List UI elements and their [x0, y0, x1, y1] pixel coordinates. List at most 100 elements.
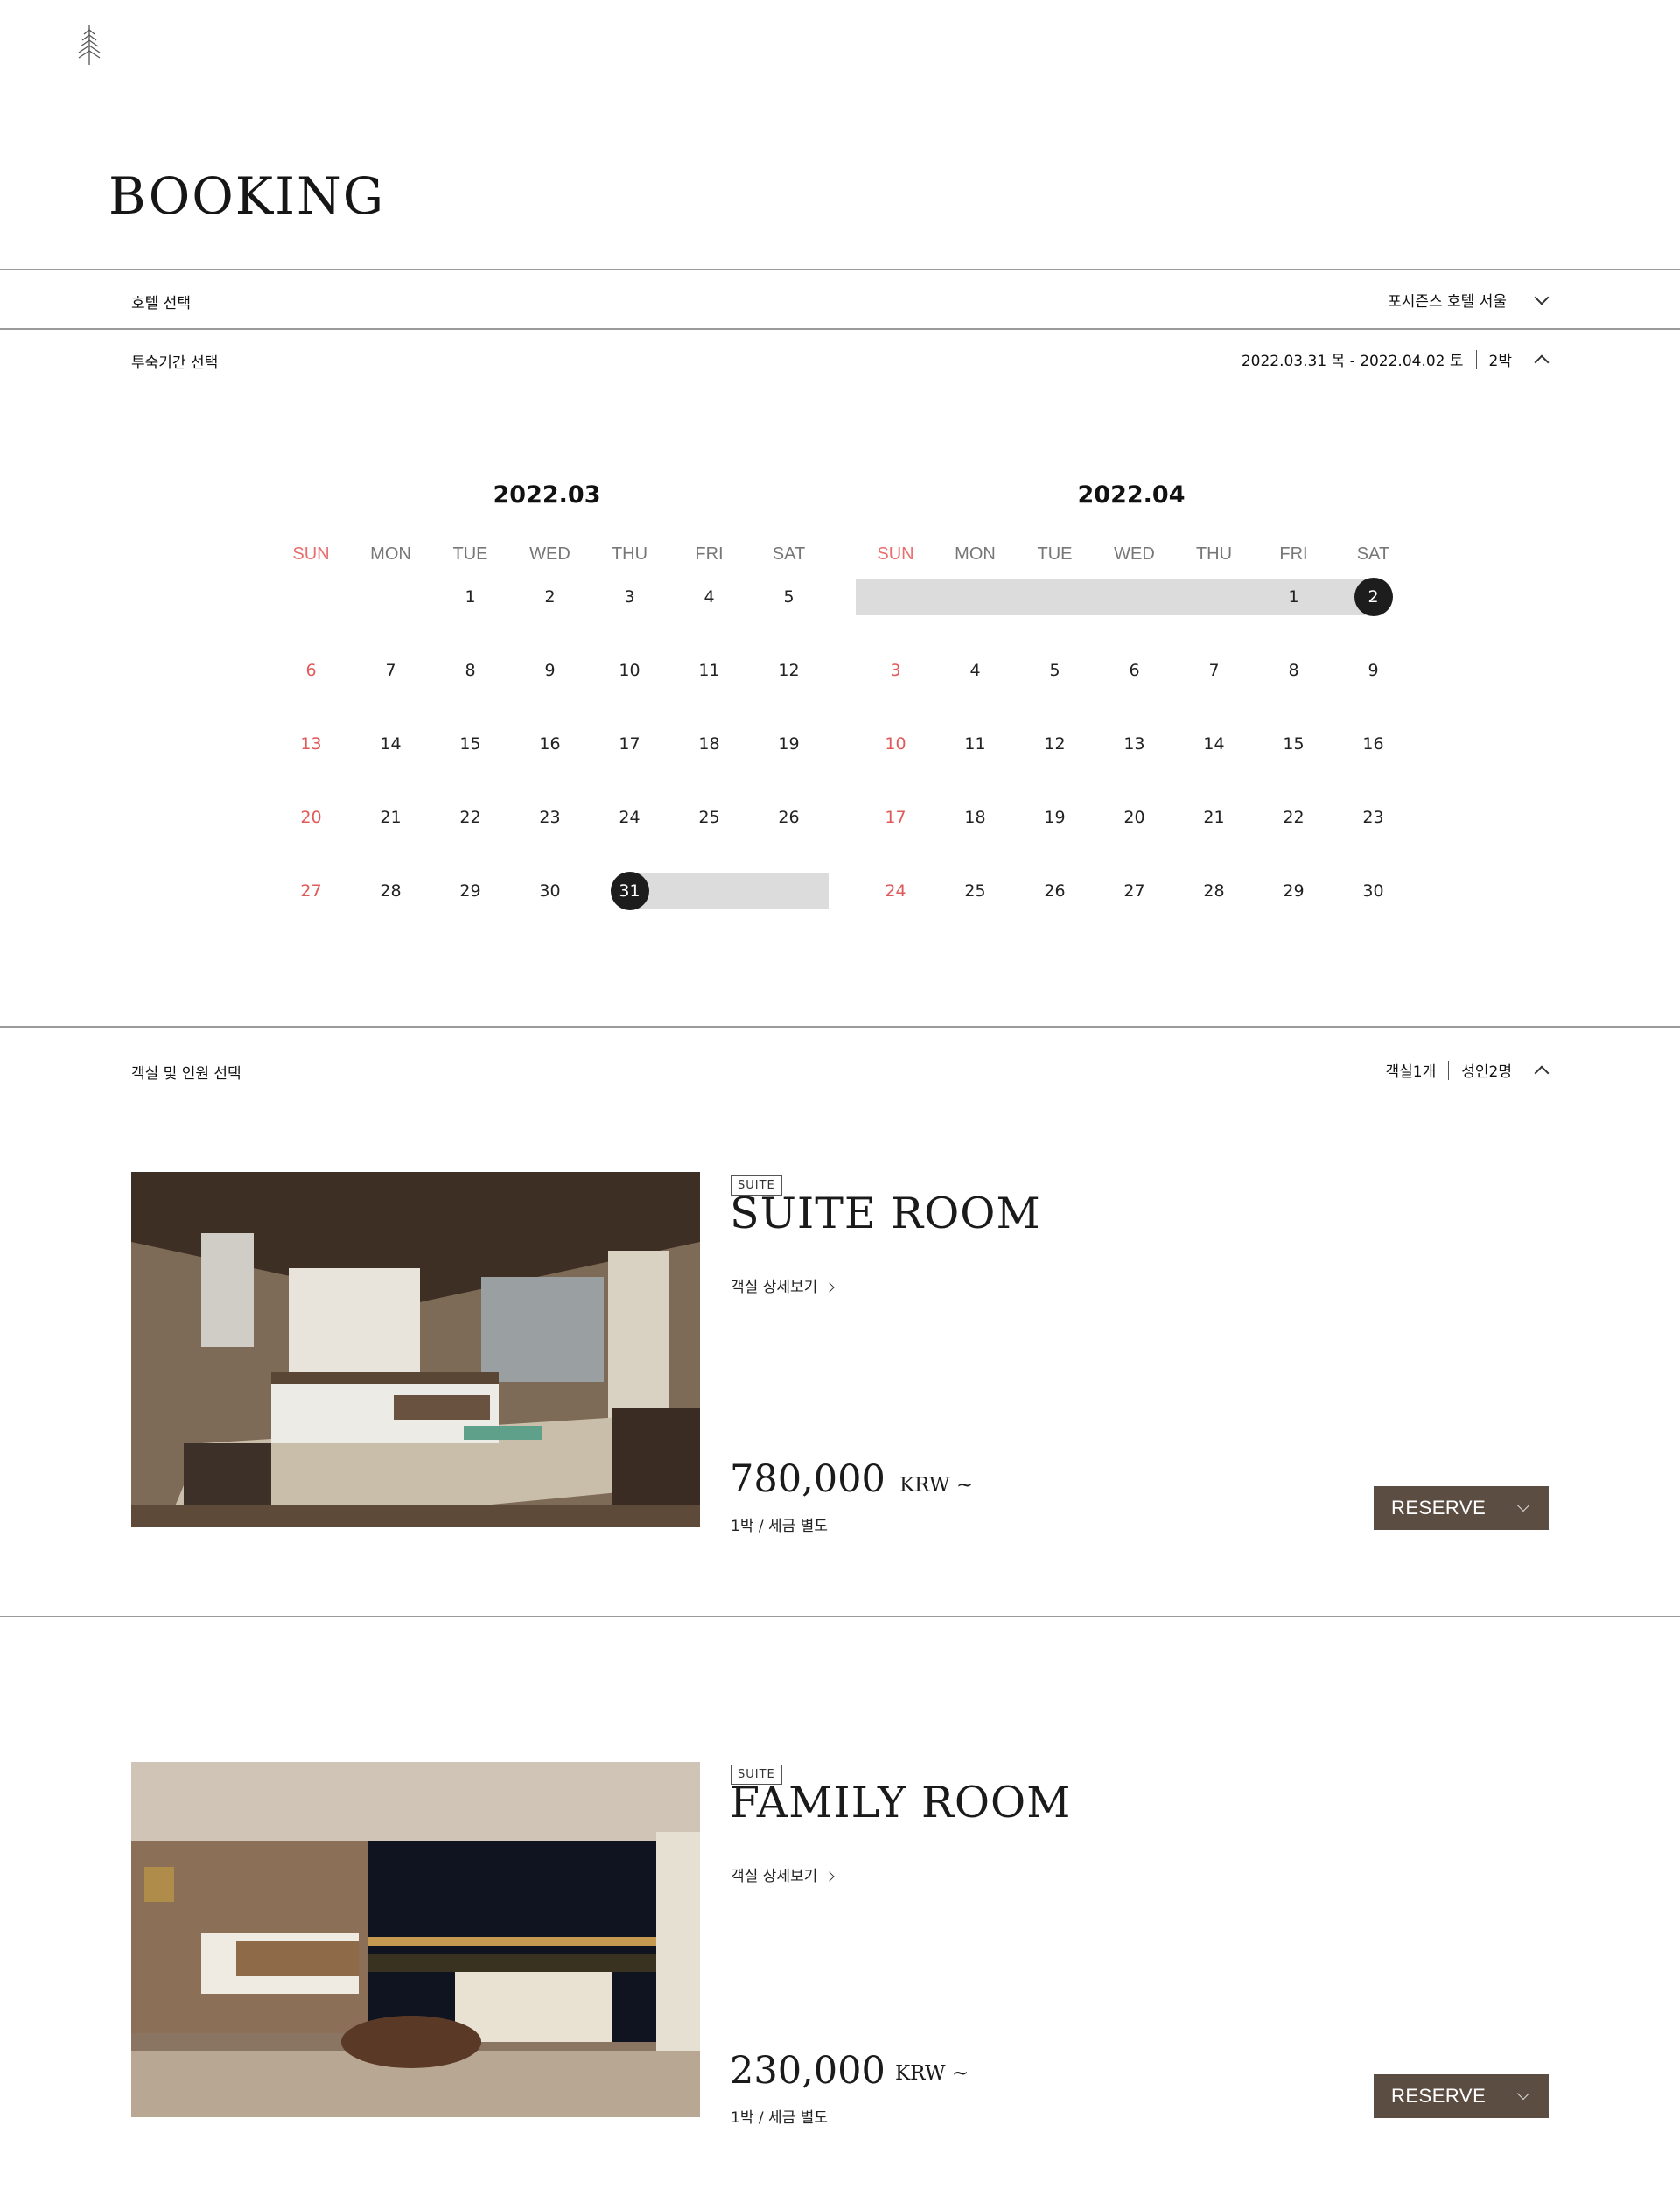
- chevron-right-icon: [823, 1871, 835, 1882]
- room-detail-link[interactable]: 객실 상세보기: [731, 1863, 835, 1885]
- calendar-empty-cell: [1174, 579, 1254, 615]
- calendar-day[interactable]: 9: [1334, 652, 1413, 689]
- reserve-button[interactable]: RESERVE: [1374, 1486, 1549, 1530]
- calendar-day[interactable]: 12: [749, 652, 829, 689]
- calendar-day[interactable]: 1: [1254, 579, 1334, 615]
- room-price-note: 1박 / 세금 별도: [731, 2109, 828, 2127]
- calendar-day[interactable]: 14: [351, 726, 430, 762]
- calendar-day[interactable]: 12: [1015, 726, 1095, 762]
- calendar-day[interactable]: 20: [271, 799, 351, 836]
- calendar-day[interactable]: 23: [1334, 799, 1413, 836]
- calendar-day[interactable]: 31: [590, 872, 669, 910]
- calendar-day[interactable]: 18: [935, 799, 1015, 836]
- calendar-day[interactable]: 28: [1174, 873, 1254, 909]
- calendar-day[interactable]: 6: [1095, 652, 1174, 689]
- calendar-day[interactable]: 13: [1095, 726, 1174, 762]
- calendar-day[interactable]: 26: [749, 799, 829, 836]
- calendar-day[interactable]: 19: [1015, 799, 1095, 836]
- room-price: 230,000: [730, 2049, 886, 2093]
- calendar-day[interactable]: 17: [590, 726, 669, 762]
- suite-room-photo: [131, 1172, 700, 1527]
- calendar-empty-cell: [669, 873, 749, 909]
- calendar-day[interactable]: 10: [856, 726, 935, 762]
- calendar-day[interactable]: 3: [590, 579, 669, 615]
- tree-logo-icon[interactable]: [72, 23, 107, 67]
- calendar-day[interactable]: 3: [856, 652, 935, 689]
- calendar-day[interactable]: 21: [351, 799, 430, 836]
- divider: [0, 1616, 1680, 1617]
- weekday-label: TUE: [1037, 544, 1073, 564]
- calendar-april: 2022.04 SUN MON TUE WED THU FRI SAT 1234567891…: [856, 481, 1407, 946]
- calendar-day[interactable]: 30: [1334, 873, 1413, 909]
- weekday-label: WED: [1114, 544, 1155, 564]
- calendar-day[interactable]: 17: [856, 799, 935, 836]
- calendar-day[interactable]: 27: [1095, 873, 1174, 909]
- calendar-day[interactable]: 2: [510, 579, 590, 615]
- calendar-day[interactable]: 25: [669, 799, 749, 836]
- calendar-day[interactable]: 2: [1334, 578, 1413, 616]
- calendar-day[interactable]: 22: [430, 799, 510, 836]
- calendar-day[interactable]: 10: [590, 652, 669, 689]
- calendar-empty-cell: [351, 579, 430, 615]
- calendar-day[interactable]: 29: [1254, 873, 1334, 909]
- calendar-day[interactable]: 11: [935, 726, 1015, 762]
- calendar-month-title: 2022.03: [493, 481, 601, 509]
- calendar-day[interactable]: 5: [1015, 652, 1095, 689]
- calendar-day[interactable]: 24: [856, 873, 935, 909]
- calendar-empty-cell: [1095, 579, 1174, 615]
- weekday-label: WED: [529, 544, 570, 564]
- calendar-day[interactable]: 8: [430, 652, 510, 689]
- calendar-day[interactable]: 23: [510, 799, 590, 836]
- calendar-empty-cell: [856, 579, 935, 615]
- calendar-day[interactable]: 26: [1015, 873, 1095, 909]
- weekday-label: THU: [1195, 544, 1233, 564]
- calendar-day[interactable]: 22: [1254, 799, 1334, 836]
- calendar-day[interactable]: 21: [1174, 799, 1254, 836]
- room-detail-link[interactable]: 객실 상세보기: [731, 1274, 835, 1296]
- calendar-day[interactable]: 1: [430, 579, 510, 615]
- calendar-day[interactable]: 9: [510, 652, 590, 689]
- stay-nights: 2박: [1488, 353, 1512, 370]
- calendar-day[interactable]: 16: [1334, 726, 1413, 762]
- stay-period-label: 투숙기간 선택: [131, 354, 219, 372]
- calendar-day[interactable]: 15: [1254, 726, 1334, 762]
- reserve-button[interactable]: RESERVE: [1374, 2074, 1549, 2118]
- calendar-day[interactable]: 6: [271, 652, 351, 689]
- calendar-day[interactable]: 20: [1095, 799, 1174, 836]
- reserve-label: RESERVE: [1391, 2085, 1487, 2107]
- calendar-day[interactable]: 5: [749, 579, 829, 615]
- calendar-day[interactable]: 16: [510, 726, 590, 762]
- room-currency: KRW ~: [900, 1474, 974, 1497]
- calendar-day[interactable]: 18: [669, 726, 749, 762]
- calendar-day[interactable]: 4: [935, 652, 1015, 689]
- divider: [0, 269, 1680, 270]
- calendar-day[interactable]: 8: [1254, 652, 1334, 689]
- stay-period-toggle[interactable]: 2022.03.31 목 - 2022.04.02 토 2박: [1242, 348, 1550, 370]
- calendar-empty-cell: [1015, 579, 1095, 615]
- calendar-day[interactable]: 7: [1174, 652, 1254, 689]
- chevron-down-icon: [1534, 290, 1550, 305]
- calendar-day[interactable]: 13: [271, 726, 351, 762]
- divider: [0, 328, 1680, 330]
- calendar-day[interactable]: 30: [510, 873, 590, 909]
- weekday-label: MON: [955, 544, 996, 564]
- room-guest-toggle[interactable]: 객실1개 성인2명: [1386, 1059, 1550, 1081]
- calendar-day[interactable]: 29: [430, 873, 510, 909]
- calendar-day[interactable]: 24: [590, 799, 669, 836]
- hotel-select-label: 호텔 선택: [131, 295, 191, 312]
- calendar-day[interactable]: 11: [669, 652, 749, 689]
- room-name: SUITE ROOM: [730, 1189, 1041, 1238]
- calendar-day[interactable]: 19: [749, 726, 829, 762]
- calendar-day[interactable]: 28: [351, 873, 430, 909]
- calendar-empty-cell: [935, 579, 1015, 615]
- hotel-select-dropdown[interactable]: 포시즌스 호텔 서울: [1388, 289, 1550, 311]
- chevron-up-icon: [1534, 1065, 1550, 1080]
- calendar-day[interactable]: 25: [935, 873, 1015, 909]
- calendar-day[interactable]: 7: [351, 652, 430, 689]
- calendar-day[interactable]: 14: [1174, 726, 1254, 762]
- calendar-day[interactable]: 15: [430, 726, 510, 762]
- calendar-day[interactable]: 27: [271, 873, 351, 909]
- weekday-label: THU: [611, 544, 648, 564]
- calendar-empty-cell: [749, 873, 829, 909]
- calendar-day[interactable]: 4: [669, 579, 749, 615]
